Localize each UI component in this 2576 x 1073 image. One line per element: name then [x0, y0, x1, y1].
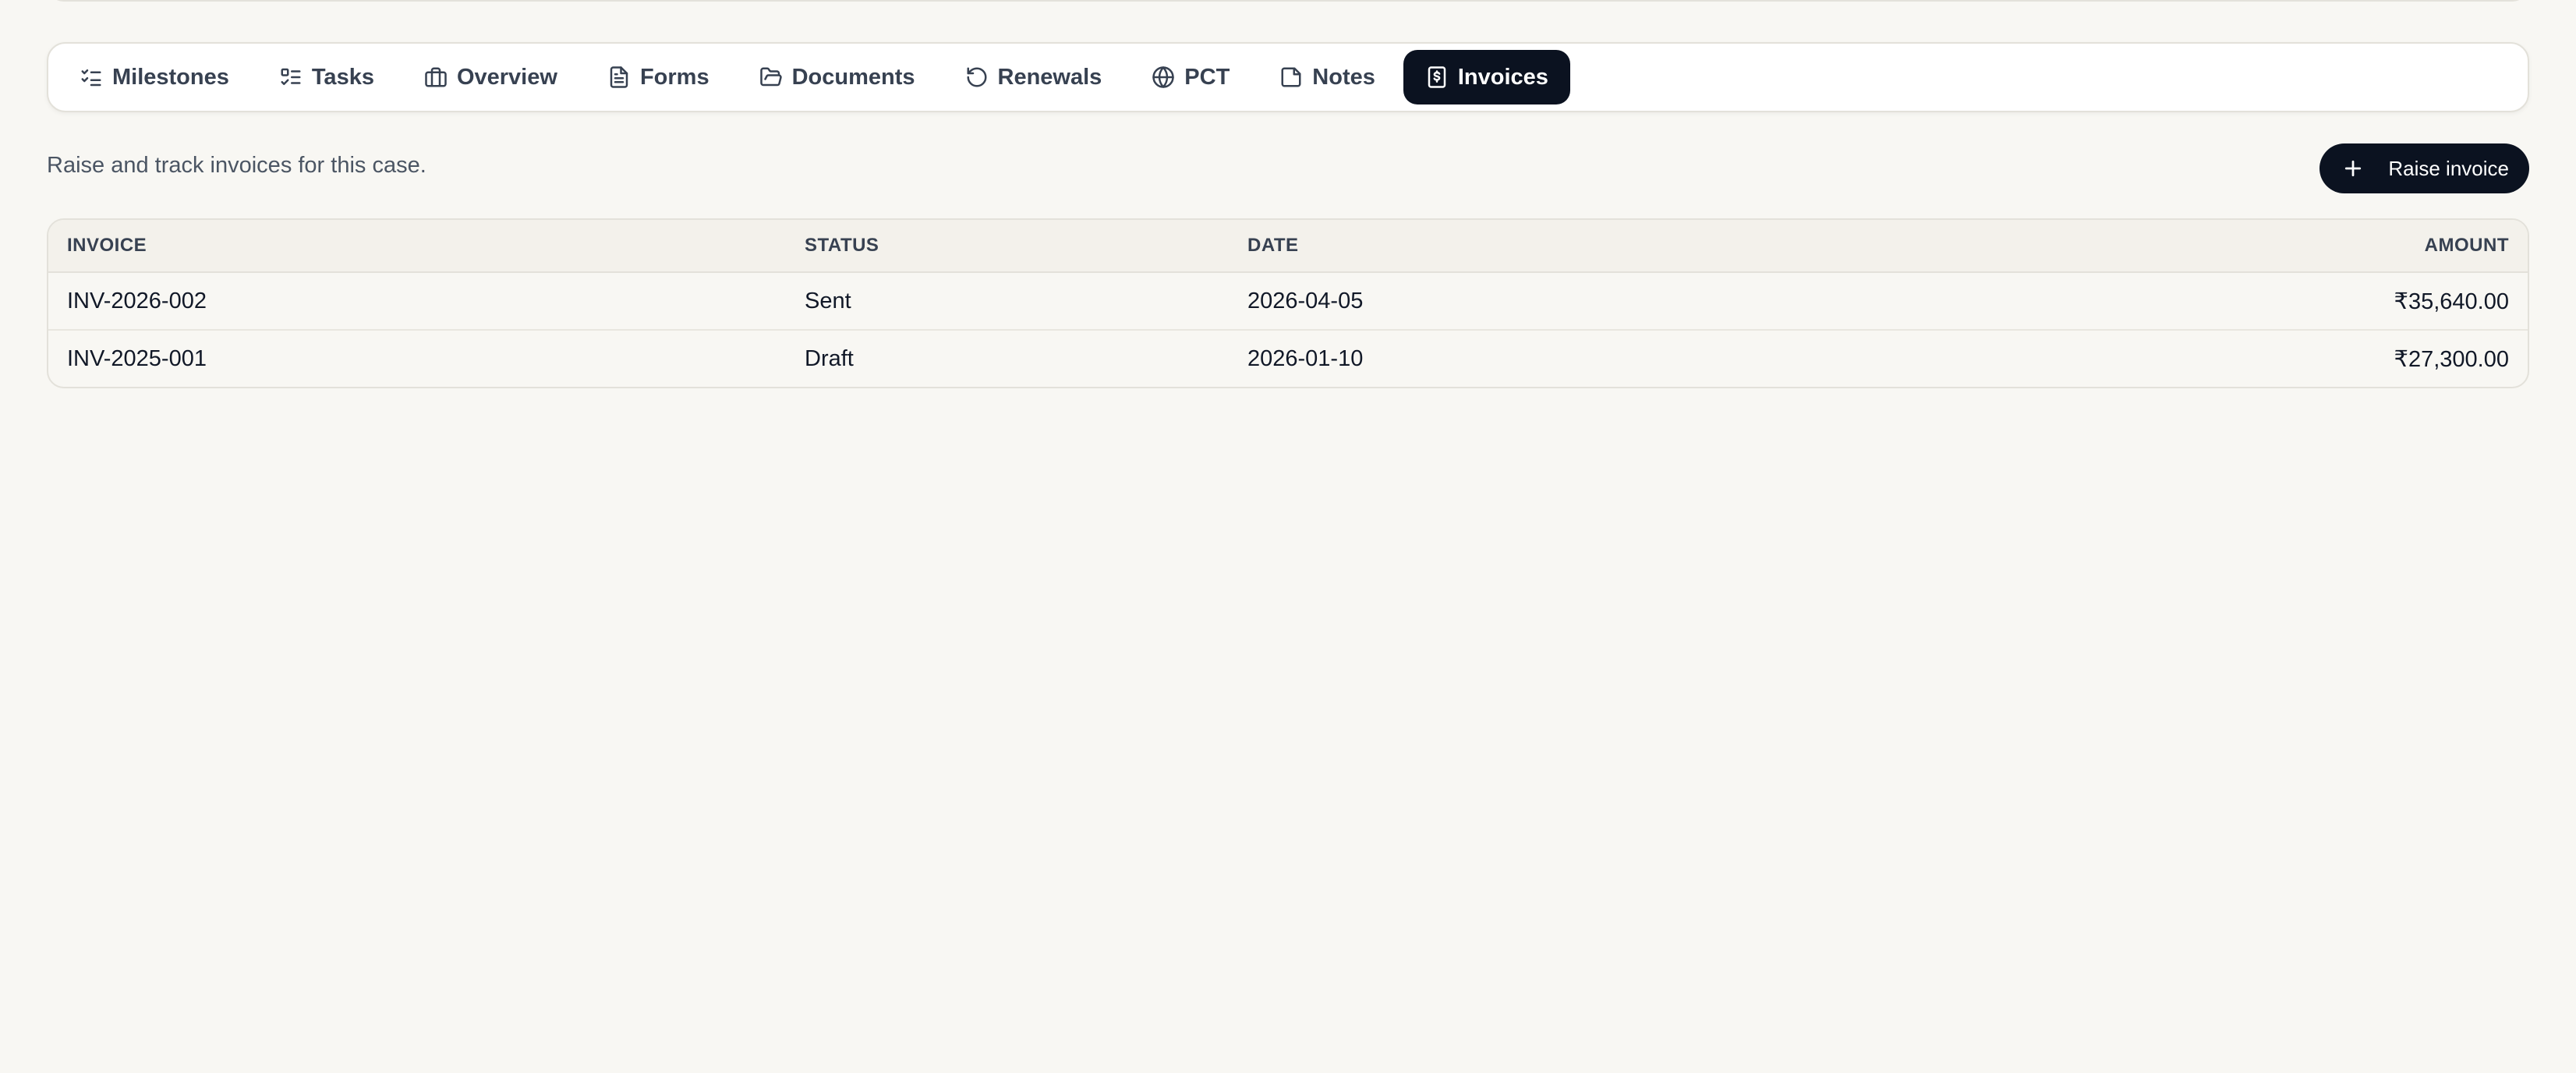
- tab-label: Notes: [1312, 64, 1375, 90]
- raise-invoice-label: Raise invoice: [2388, 156, 2509, 180]
- column-header-date: DATE: [1247, 235, 1299, 256]
- column-header-status: STATUS: [805, 235, 879, 256]
- raise-invoice-button[interactable]: Raise invoice: [2319, 143, 2529, 193]
- tab-label: Tasks: [311, 64, 374, 90]
- list-todo-icon: [279, 66, 303, 89]
- invoice-number: INV-2025-001: [67, 345, 207, 371]
- invoice-amount: ₹27,300.00: [2394, 346, 2509, 372]
- top-card-edge: [47, 0, 2529, 2]
- tab-tasks[interactable]: Tasks: [257, 50, 396, 104]
- table-row[interactable]: INV-2026-002 Sent 2026-04-05 ₹35,640.00: [48, 273, 2528, 331]
- list-checks-icon: [80, 66, 103, 89]
- invoice-number: INV-2026-002: [67, 288, 207, 313]
- briefcase-icon: [424, 66, 448, 89]
- tab-label: Invoices: [1457, 64, 1548, 90]
- receipt-icon: [1425, 66, 1449, 89]
- folder-open-icon: [759, 66, 783, 89]
- plus-icon: [2341, 157, 2365, 180]
- case-tab-bar: Milestones Tasks Overview Forms Document…: [47, 42, 2529, 112]
- invoice-date: 2026-04-05: [1247, 288, 1364, 313]
- tab-label: Milestones: [112, 64, 229, 90]
- invoice-status: Draft: [805, 345, 854, 371]
- rotate-ccw-icon: [965, 66, 989, 89]
- tab-label: Renewals: [997, 64, 1102, 90]
- tab-label: PCT: [1184, 64, 1230, 90]
- sticky-note-icon: [1279, 66, 1303, 89]
- invoice-status: Sent: [805, 288, 851, 313]
- table-header: INVOICE STATUS DATE AMOUNT: [48, 220, 2528, 273]
- tab-milestones[interactable]: Milestones: [58, 50, 251, 104]
- invoice-amount: ₹35,640.00: [2394, 289, 2509, 314]
- globe-icon: [1152, 66, 1175, 89]
- tab-renewals[interactable]: Renewals: [943, 50, 1124, 104]
- column-header-amount: AMOUNT: [2424, 235, 2509, 256]
- invoices-table: INVOICE STATUS DATE AMOUNT INV-2026-002 …: [47, 218, 2529, 388]
- tab-overview[interactable]: Overview: [402, 50, 579, 104]
- tab-invoices[interactable]: Invoices: [1403, 50, 1570, 104]
- invoices-description: Raise and track invoices for this case.: [47, 153, 426, 178]
- invoice-date: 2026-01-10: [1247, 345, 1364, 371]
- tab-documents[interactable]: Documents: [738, 50, 937, 104]
- column-header-invoice: INVOICE: [67, 235, 147, 256]
- tab-label: Forms: [639, 64, 709, 90]
- tab-pct[interactable]: PCT: [1130, 50, 1251, 104]
- tab-notes[interactable]: Notes: [1258, 50, 1397, 104]
- tab-label: Documents: [791, 64, 915, 90]
- table-row[interactable]: INV-2025-001 Draft 2026-01-10 ₹27,300.00: [48, 331, 2528, 387]
- tab-label: Overview: [456, 64, 557, 90]
- tab-forms[interactable]: Forms: [586, 50, 731, 104]
- file-text-icon: [607, 66, 631, 89]
